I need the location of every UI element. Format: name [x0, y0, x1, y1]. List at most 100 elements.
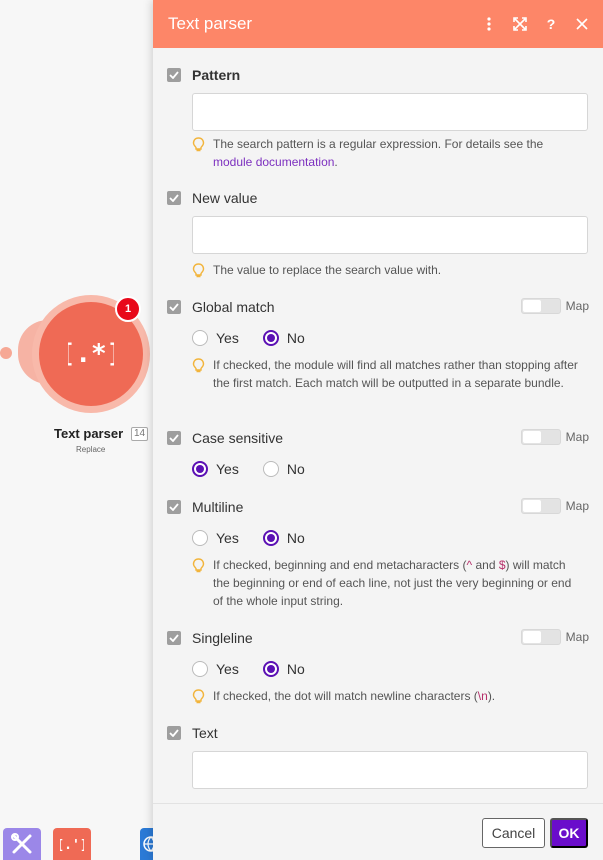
field-toggle-checkbox[interactable]: [167, 431, 181, 445]
radio-label: No: [286, 461, 305, 477]
singleline-hint: If checked, the dot will match newline c…: [192, 687, 583, 705]
case-sensitive-yes[interactable]: Yes: [192, 461, 239, 477]
multiline-hint-text: If checked, beginning and end metacharac…: [213, 556, 583, 610]
panel-footer: Cancel OK: [153, 803, 603, 860]
radio-button-selected[interactable]: [192, 461, 208, 477]
radio-button-selected[interactable]: [262, 330, 279, 346]
lightbulb-icon: [192, 358, 205, 373]
multiline-label-row: Multiline: [167, 499, 243, 515]
pattern-hint: The search pattern is a regular expressi…: [192, 135, 583, 171]
text-input[interactable]: [192, 751, 588, 789]
singleline-no[interactable]: No: [262, 661, 305, 677]
global-match-no[interactable]: No: [262, 330, 305, 346]
field-toggle-checkbox[interactable]: [167, 500, 181, 514]
case-sensitive-map: Map: [520, 429, 589, 445]
regex-small-icon: [.']: [60, 838, 84, 853]
tools-module-icon[interactable]: [3, 828, 41, 860]
ok-button[interactable]: OK: [550, 818, 588, 848]
hint-code: $: [498, 558, 506, 572]
singleline-hint-text: If checked, the dot will match newline c…: [213, 687, 583, 705]
module-action: Replace: [76, 445, 106, 454]
map-label: Map: [565, 499, 589, 513]
close-icon[interactable]: [575, 17, 589, 31]
panel-title: Text parser: [168, 14, 253, 33]
radio-label: No: [286, 530, 305, 546]
pattern-label: Pattern: [192, 67, 241, 83]
map-toggle[interactable]: [520, 629, 561, 645]
singleline-yes[interactable]: Yes: [192, 661, 239, 677]
map-toggle[interactable]: [520, 298, 561, 314]
module-documentation-link[interactable]: module documentation: [213, 155, 334, 169]
radio-button-selected[interactable]: [262, 530, 279, 546]
regex-icon: [.*]: [68, 339, 114, 369]
lightbulb-icon: [192, 137, 205, 152]
module-name: Text parser: [54, 426, 124, 441]
help-icon[interactable]: ?: [544, 17, 558, 31]
radio-label: Yes: [216, 461, 239, 477]
map-label: Map: [565, 430, 589, 444]
map-label: Map: [565, 299, 589, 313]
connection-dot[interactable]: [0, 347, 12, 359]
singleline-radios: Yes No: [192, 661, 329, 677]
radio-label: No: [286, 661, 305, 677]
radio-button[interactable]: [262, 461, 279, 477]
global-match-hint-text: If checked, the module will find all mat…: [213, 358, 578, 390]
global-match-yes[interactable]: Yes: [192, 330, 239, 346]
hint-segment: and: [472, 558, 499, 572]
multiline-no[interactable]: No: [262, 530, 305, 546]
pattern-label-row: Pattern: [167, 67, 240, 83]
map-label: Map: [565, 630, 589, 644]
field-toggle-checkbox[interactable]: [167, 726, 181, 740]
text-label: Text: [192, 725, 218, 741]
map-toggle[interactable]: [520, 498, 561, 514]
multiline-yes[interactable]: Yes: [192, 530, 239, 546]
lightbulb-icon: [192, 263, 205, 278]
radio-label: Yes: [216, 661, 239, 677]
new-value-label-row: New value: [167, 190, 257, 206]
field-toggle-checkbox[interactable]: [167, 631, 181, 645]
radio-button[interactable]: [192, 330, 208, 346]
hint-period: .: [334, 155, 338, 169]
module-settings-panel: Text parser ? Pattern The search pattern…: [153, 0, 603, 860]
radio-button[interactable]: [192, 661, 208, 677]
hint-segment: ).: [487, 689, 496, 703]
hint-segment: If checked, beginning and end metacharac…: [213, 558, 467, 572]
global-match-hint: If checked, the module will find all mat…: [192, 356, 583, 392]
map-toggle[interactable]: [520, 429, 561, 445]
singleline-label: Singleline: [192, 630, 253, 646]
global-match-label: Global match: [192, 299, 275, 315]
panel-header: Text parser ?: [153, 0, 603, 48]
radio-label: Yes: [216, 530, 239, 546]
field-toggle-checkbox[interactable]: [167, 300, 181, 314]
text-label-row: Text: [167, 725, 218, 741]
lightbulb-icon: [192, 558, 205, 573]
header-actions: ?: [482, 0, 589, 48]
singleline-label-row: Singleline: [167, 630, 253, 646]
case-sensitive-no[interactable]: No: [262, 461, 305, 477]
cancel-button[interactable]: Cancel: [482, 818, 545, 848]
text-parser-dock-icon[interactable]: [.']: [53, 828, 91, 860]
field-toggle-checkbox[interactable]: [167, 191, 181, 205]
field-toggle-checkbox[interactable]: [167, 68, 181, 82]
hint-segment: If checked, the dot will match newline c…: [213, 689, 478, 703]
module-id-badge: 14: [131, 427, 149, 441]
svg-text:?: ?: [547, 17, 556, 31]
expand-icon[interactable]: [513, 17, 527, 31]
radio-button-selected[interactable]: [262, 661, 279, 677]
hint-code: \n: [477, 689, 488, 703]
radio-label: No: [286, 330, 305, 346]
multiline-radios: Yes No: [192, 530, 329, 546]
new-value-hint: The value to replace the search value wi…: [192, 261, 583, 279]
notification-badge[interactable]: 1: [115, 296, 141, 322]
new-value-input[interactable]: [192, 216, 588, 254]
multiline-hint: If checked, beginning and end metacharac…: [192, 556, 583, 610]
pattern-hint-text: The search pattern is a regular expressi…: [213, 137, 544, 151]
new-value-label: New value: [192, 190, 258, 206]
multiline-label: Multiline: [192, 499, 244, 515]
case-sensitive-label: Case sensitive: [192, 430, 284, 446]
global-match-map: Map: [520, 298, 589, 314]
case-sensitive-radios: Yes No: [192, 461, 329, 477]
radio-button[interactable]: [192, 530, 208, 546]
more-vertical-icon[interactable]: [482, 17, 496, 31]
pattern-input[interactable]: [192, 93, 588, 131]
